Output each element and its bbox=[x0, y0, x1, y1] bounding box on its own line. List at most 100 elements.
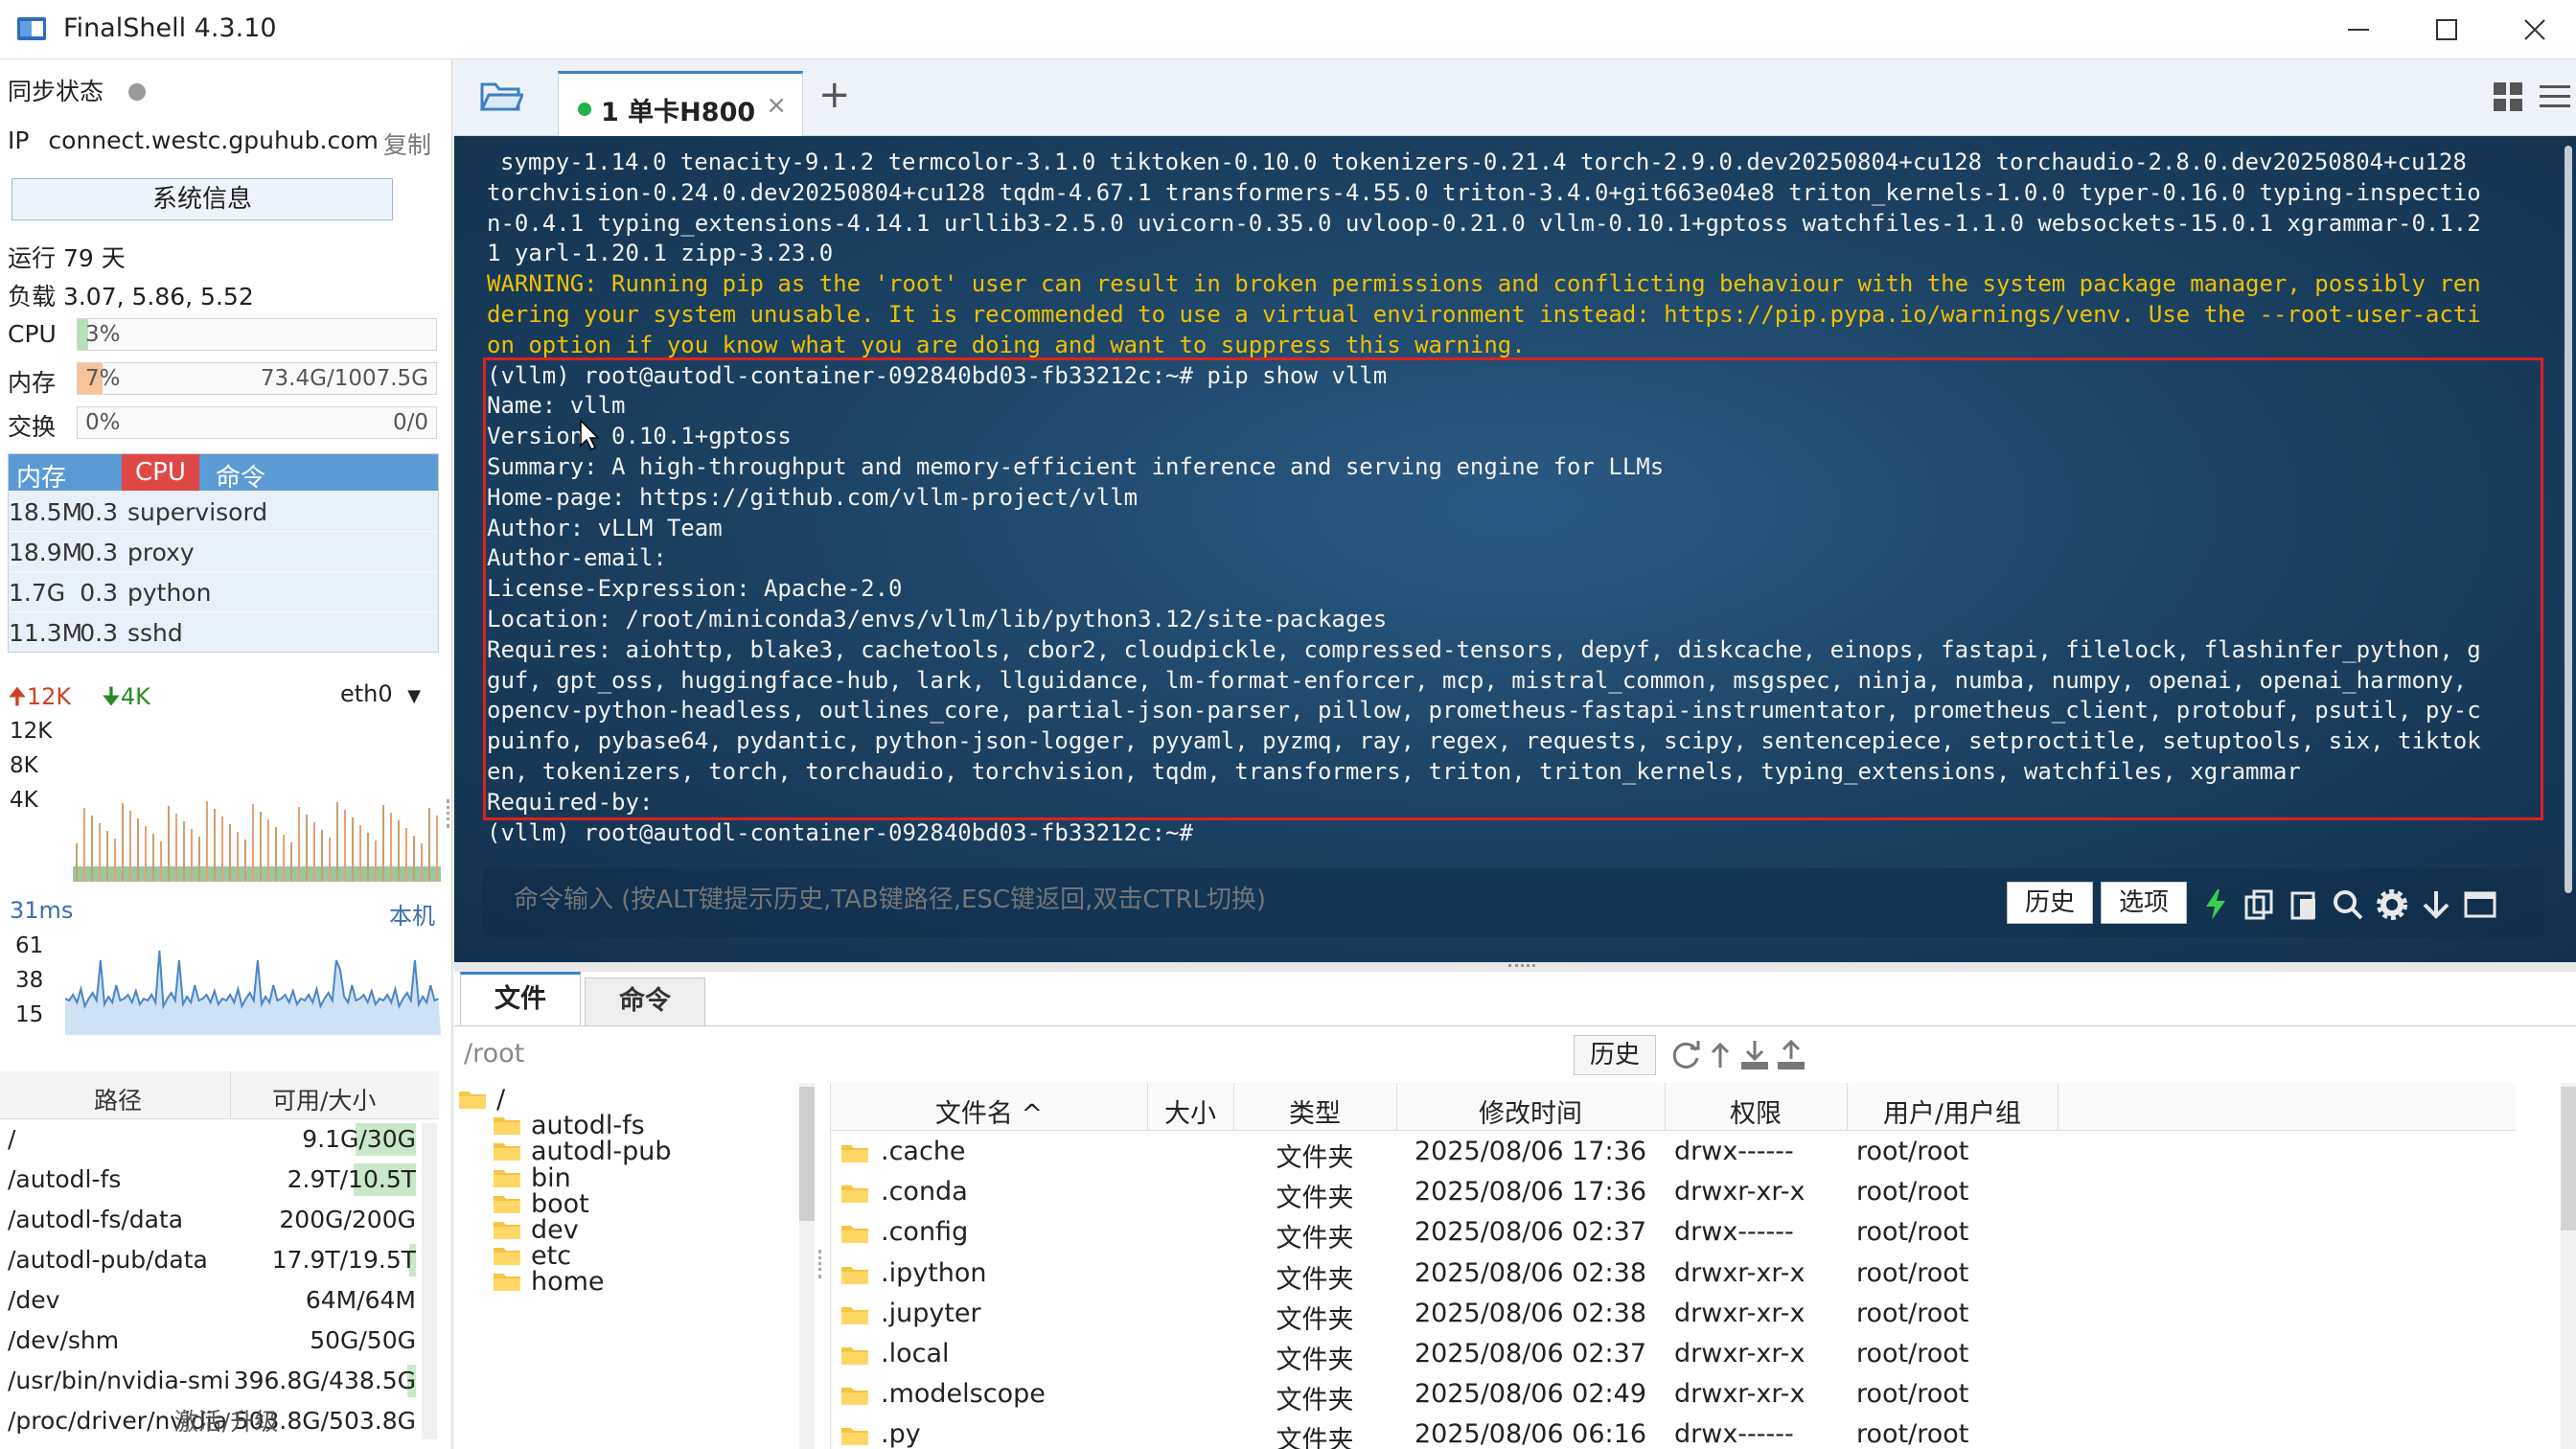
disk-row[interactable]: / 9.1G/30G bbox=[0, 1119, 439, 1160]
terminal-scrollbar[interactable] bbox=[2564, 146, 2572, 893]
path-input[interactable] bbox=[464, 1039, 1039, 1069]
file-list-header: 文件名 ^ 大小 类型 修改时间 权限 用户/用户组 bbox=[831, 1083, 2517, 1131]
file-row[interactable]: .py 文件夹 2025/08/06 06:16 drwx------ root/roo… bbox=[831, 1414, 2517, 1449]
arrow-down-icon: 🠋 bbox=[102, 683, 121, 710]
disk-row[interactable]: /autodl-fs/data 200G/200G bbox=[0, 1200, 439, 1240]
net-tick-4k: 4K bbox=[10, 788, 38, 813]
file-row[interactable]: .config 文件夹 2025/08/06 02:37 drwx------ root… bbox=[831, 1211, 2517, 1254]
latency-graph bbox=[65, 950, 441, 1035]
file-row[interactable]: .jupyter 文件夹 2025/08/06 02:38 drwxr-xr-x roo… bbox=[831, 1293, 2517, 1335]
folder-icon bbox=[494, 1117, 520, 1136]
command-input-bar bbox=[483, 868, 2543, 937]
tab-commands[interactable]: 命令 bbox=[585, 978, 705, 1025]
proc-header-mem[interactable]: 内存 bbox=[16, 458, 66, 494]
disk-size: 50G/50G bbox=[310, 1326, 416, 1354]
upload-icon[interactable] bbox=[1775, 1039, 1807, 1071]
close-window-button[interactable] bbox=[2501, 6, 2568, 54]
disk-path: /autodl-pub/data bbox=[8, 1246, 208, 1274]
command-history-button[interactable]: 历史 bbox=[2007, 882, 2093, 924]
proc-header-cpu[interactable]: CPU bbox=[122, 454, 199, 491]
disk-header-path[interactable]: 路径 bbox=[94, 1082, 142, 1116]
add-tab-button[interactable]: + bbox=[818, 73, 851, 117]
lightning-icon[interactable] bbox=[2198, 887, 2233, 922]
command-input[interactable] bbox=[514, 886, 1951, 914]
file-name: .local bbox=[881, 1338, 950, 1368]
file-owner: root/root bbox=[1856, 1177, 1969, 1208]
file-row[interactable]: .ipython 文件夹 2025/08/06 02:38 drwxr-xr-x roo… bbox=[831, 1253, 2517, 1295]
hamburger-menu-icon[interactable] bbox=[2536, 80, 2574, 113]
disk-row[interactable]: /autodl-fs 2.9T/10.5T bbox=[0, 1160, 439, 1200]
search-icon[interactable] bbox=[2331, 887, 2365, 922]
tree-resize-handle[interactable] bbox=[818, 1250, 822, 1278]
terminal-line: sympy-1.14.0 tenacity-9.1.2 termcolor-3.… bbox=[500, 149, 2467, 175]
folder-icon bbox=[841, 1306, 868, 1324]
sync-status-dot-icon bbox=[127, 83, 146, 101]
terminal-panel[interactable]: sympy-1.14.0 tenacity-9.1.2 termcolor-3.… bbox=[454, 136, 2576, 962]
folder-icon bbox=[841, 1388, 868, 1406]
refresh-icon[interactable] bbox=[1669, 1039, 1702, 1071]
open-folder-icon[interactable] bbox=[479, 77, 523, 115]
terminal-line: WARNING: Running pip as the 'root' user … bbox=[487, 270, 2481, 298]
process-row[interactable]: 11.3M 0.3 sshd bbox=[9, 611, 438, 652]
process-cpu: 0.3 bbox=[80, 498, 118, 526]
disk-row[interactable]: /dev 64M/64M bbox=[0, 1280, 439, 1321]
copy-button[interactable]: 复制 bbox=[383, 126, 431, 161]
file-row[interactable]: .conda 文件夹 2025/08/06 17:36 drwxr-xr-x root/… bbox=[831, 1171, 2517, 1214]
file-row[interactable]: .local 文件夹 2025/08/06 02:37 drwxr-xr-x root/… bbox=[831, 1333, 2517, 1375]
latency-host-label[interactable]: 本机 bbox=[389, 897, 435, 931]
disk-path: /dev/shm bbox=[8, 1326, 120, 1354]
column-header[interactable]: 权限 bbox=[1665, 1092, 1847, 1130]
path-history-button[interactable]: 历史 bbox=[1574, 1035, 1656, 1075]
download-icon[interactable] bbox=[1738, 1039, 1771, 1071]
file-type: 文件夹 bbox=[1276, 1345, 1354, 1375]
activate-upgrade-link[interactable]: 激活/升级 bbox=[0, 1403, 452, 1438]
disk-row[interactable]: /autodl-pub/data 17.9T/19.5T bbox=[0, 1240, 439, 1280]
layout-grid-icon[interactable] bbox=[2492, 80, 2524, 113]
proc-header-cmd[interactable]: 命令 bbox=[216, 458, 265, 494]
terminal-line: dering your system unusable. It is recom… bbox=[487, 300, 2481, 328]
file-row[interactable]: .cache 文件夹 2025/08/06 17:36 drwx------ root/… bbox=[831, 1131, 2517, 1173]
file-row[interactable]: .modelscope 文件夹 2025/08/06 02:49 drwxr-xr-x… bbox=[831, 1373, 2517, 1415]
interface-select[interactable]: eth0 ▼ bbox=[340, 680, 421, 707]
disk-header-size[interactable]: 可用/大小 bbox=[272, 1082, 376, 1116]
system-info-button[interactable]: 系统信息 bbox=[12, 178, 393, 220]
process-row[interactable]: 1.7G 0.3 python bbox=[9, 571, 438, 611]
ping-tick-38: 38 bbox=[15, 968, 44, 993]
file-mtime: 2025/08/06 02:38 bbox=[1414, 1257, 1646, 1288]
folder-icon bbox=[459, 1092, 486, 1109]
tab-files[interactable]: 文件 bbox=[460, 972, 581, 1025]
column-header[interactable]: 用户/用户组 bbox=[1847, 1092, 2058, 1130]
column-header[interactable]: 大小 bbox=[1147, 1092, 1233, 1130]
disk-size: 9.1G/30G bbox=[302, 1125, 416, 1153]
minimize-button[interactable] bbox=[2325, 6, 2392, 54]
tab-session-1[interactable]: 1 单卡H800 × bbox=[558, 71, 803, 136]
process-row[interactable]: 18.5M 0.3 supervisord bbox=[9, 491, 438, 531]
gear-icon[interactable] bbox=[2375, 887, 2409, 922]
file-type: 文件夹 bbox=[1276, 1184, 1354, 1214]
tree-item[interactable]: home bbox=[493, 1267, 605, 1297]
process-row[interactable]: 18.9M 0.3 proxy bbox=[9, 531, 438, 571]
options-button[interactable]: 选项 bbox=[2101, 882, 2187, 924]
file-name: .jupyter bbox=[881, 1298, 981, 1328]
disk-scrollbar[interactable] bbox=[422, 1123, 437, 1439]
close-tab-icon[interactable]: × bbox=[766, 91, 787, 120]
maximize-button[interactable] bbox=[2413, 6, 2480, 54]
tree-scroll-thumb[interactable] bbox=[799, 1087, 815, 1221]
disk-size: 64M/64M bbox=[305, 1286, 416, 1314]
chevron-down-icon: ▼ bbox=[407, 686, 422, 706]
column-header[interactable]: 文件名 ^ bbox=[831, 1092, 1147, 1130]
fullscreen-icon[interactable] bbox=[2463, 887, 2497, 922]
parent-folder-icon[interactable] bbox=[1704, 1039, 1736, 1071]
panel-resize-handle[interactable] bbox=[447, 799, 450, 828]
file-list-scroll-thumb[interactable] bbox=[2561, 1087, 2576, 1230]
disk-row[interactable]: /dev/shm 50G/50G bbox=[0, 1321, 439, 1361]
disk-row[interactable]: /usr/bin/nvidia-smi 396.8G/438.5G bbox=[0, 1361, 439, 1401]
copy-icon[interactable] bbox=[2242, 887, 2277, 922]
column-header[interactable]: 修改时间 bbox=[1396, 1092, 1665, 1130]
download-arrow-icon[interactable] bbox=[2419, 887, 2453, 922]
network-traffic-graph bbox=[73, 801, 441, 882]
panel-splitter[interactable] bbox=[454, 962, 2576, 972]
process-cpu: 0.3 bbox=[80, 579, 118, 607]
column-header[interactable]: 类型 bbox=[1233, 1092, 1396, 1130]
paste-icon[interactable] bbox=[2287, 887, 2321, 922]
